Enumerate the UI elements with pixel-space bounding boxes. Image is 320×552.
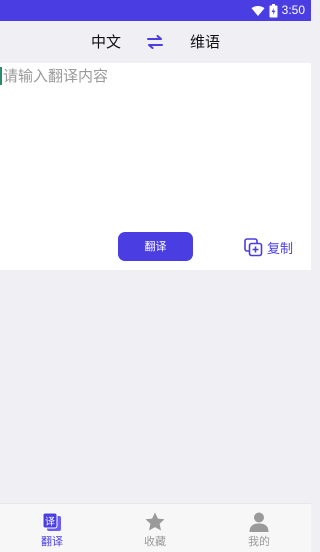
tab-translate[interactable]: 译 翻译 — [17, 508, 87, 550]
app-screen: 3:50 中文 维语 请输入翻译内容 翻译 复制 译 翻译 收藏 我的 — [0, 0, 311, 552]
translate-icon: 译 — [42, 512, 61, 531]
bottom-tab-bar: 译 翻译 收藏 我的 — [0, 503, 311, 552]
tab-translate-label: 翻译 — [41, 535, 63, 548]
text-cursor — [0, 67, 2, 85]
tab-favorites[interactable]: 收藏 — [120, 508, 190, 550]
status-icons: 3:50 — [251, 3, 305, 18]
person-icon — [249, 512, 269, 532]
copy-label: 复制 — [267, 241, 294, 257]
translate-button[interactable]: 翻译 — [118, 232, 193, 261]
tab-mine[interactable]: 我的 — [224, 508, 294, 550]
swap-icon[interactable] — [147, 35, 163, 49]
source-language-selector[interactable]: 中文 — [91, 33, 121, 51]
copy-button[interactable]: 复制 — [244, 237, 293, 257]
tab-favorites-label: 收藏 — [144, 535, 166, 548]
battery-icon — [269, 3, 278, 17]
star-icon — [145, 512, 165, 531]
copy-icon — [244, 237, 263, 256]
translation-input-placeholder[interactable]: 请输入翻译内容 — [3, 66, 108, 86]
translation-input-area[interactable]: 请输入翻译内容 翻译 复制 — [0, 63, 311, 270]
tab-mine-label: 我的 — [248, 535, 270, 548]
status-bar: 3:50 — [0, 0, 311, 21]
language-bar: 中文 维语 — [0, 21, 311, 63]
target-language-selector[interactable]: 维语 — [190, 33, 220, 51]
wifi-icon — [251, 5, 265, 16]
status-time: 3:50 — [281, 3, 305, 17]
svg-text:译: 译 — [45, 516, 55, 528]
